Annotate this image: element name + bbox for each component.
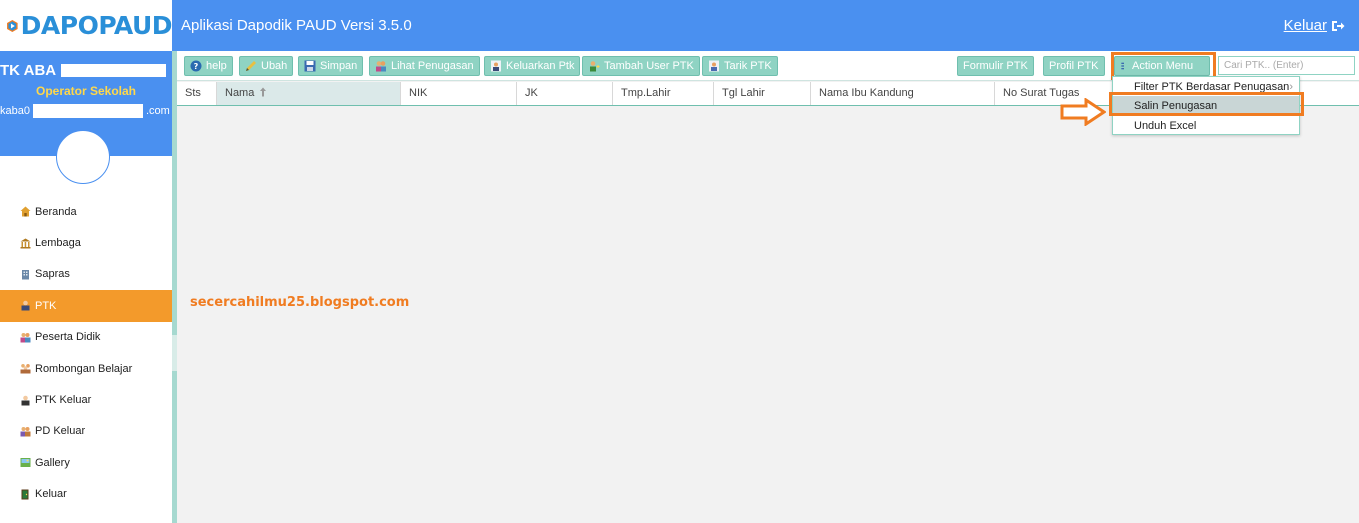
email-suffix: .com [146,105,170,117]
floppy-disk-icon [304,60,316,72]
column-nama-ibu-kandung[interactable]: Nama Ibu Kandung [811,82,995,105]
column-nama[interactable]: Nama [217,82,401,105]
sidebar-item-lembaga[interactable]: Lembaga [0,227,172,258]
top-header: Aplikasi Dapodik PAUD Versi 3.5.0 Keluar [172,0,1359,51]
sidebar-item-label: PD Keluar [35,425,86,438]
logout-link[interactable]: Keluar [1284,17,1345,34]
class-group-icon [20,364,31,374]
help-button-label: help [206,60,227,72]
avatar[interactable] [56,130,110,184]
exit-icon [21,489,29,500]
home-icon [20,206,31,217]
sidebar-item-gallery[interactable]: Gallery [0,447,172,478]
school-name: TK ABA [0,62,57,79]
column-tgl-lahir[interactable]: Tgl Lahir [714,82,811,105]
app-title: Aplikasi Dapodik PAUD Versi 3.5.0 [181,17,412,34]
remove-ptk-button[interactable]: Keluarkan Ptk [484,56,581,76]
save-button-label: Simpan [320,60,358,72]
teacher-icon [21,301,30,311]
logout-label: Keluar [1283,17,1327,34]
students-out-icon [20,426,31,437]
sidebar-item-label: Rombongan Belajar [35,362,133,375]
gallery-icon [20,458,31,468]
ptk-search-input[interactable] [1218,56,1355,75]
pull-ptk-label: Tarik PTK [724,60,772,72]
add-user-ptk-label: Tambah User PTK [604,60,694,72]
sidebar: TK ABA Operator Sekolah kaba0 .com Beran… [0,51,172,523]
view-assignment-button[interactable]: Lihat Penugasan [369,56,480,76]
dapodik-logo-icon [7,19,18,32]
teacher-out-icon [21,395,30,406]
students-icon [20,332,31,343]
logo-text: DAPOPAUD [20,11,173,40]
help-icon: ? [190,60,202,72]
app-logo[interactable]: DAPOPAUD [0,0,173,51]
sidebar-item-label: Lembaga [35,237,81,250]
column-sts[interactable]: Sts [177,82,217,105]
sidebar-item-sapras[interactable]: Sapras [0,259,172,290]
help-button[interactable]: ? help [184,56,233,76]
people-icon [376,61,386,72]
redacted-school-name [61,64,166,77]
column-tmp-lahir[interactable]: Tmp.Lahir [613,82,714,105]
edit-button[interactable]: Ubah [239,56,294,76]
pull-ptk-button[interactable]: Tarik PTK [702,56,778,76]
menu-item-download-excel[interactable]: Unduh Excel [1113,116,1299,136]
ptk-grid-body[interactable] [177,106,1359,523]
sidebar-item-label: PTK [35,299,57,312]
ptk-profile-label: Profil PTK [1049,60,1099,72]
watermark-text: secercahilmu25.blogspot.com [190,295,410,310]
column-nik[interactable]: NIK [401,82,517,105]
copy-assignment-highlight [1109,92,1304,116]
sidebar-item-label: Peserta Didik [35,331,101,344]
sidebar-item-label: PTK Keluar [35,394,92,407]
user-remove-icon [491,60,501,72]
sidebar-item-label: Keluar [35,488,67,501]
pointer-arrow-icon [1060,98,1106,126]
user-role: Operator Sekolah [35,84,137,98]
institution-icon [20,238,31,249]
ptk-form-label: Formulir PTK [963,60,1028,72]
sidebar-item-ptk-keluar[interactable]: PTK Keluar [0,384,172,415]
sort-ascending-icon [260,87,267,97]
user-pull-icon [709,60,719,72]
save-button[interactable]: Simpan [298,56,364,76]
sidebar-item-label: Gallery [35,456,70,469]
remove-ptk-label: Keluarkan Ptk [506,60,575,72]
sidebar-item-beranda[interactable]: Beranda [0,196,172,227]
edit-button-label: Ubah [261,60,288,72]
facilities-icon [22,269,29,280]
ptk-form-button[interactable]: Formulir PTK [957,56,1034,76]
sidebar-item-peserta-didik[interactable]: Peserta Didik [0,322,172,353]
add-user-ptk-button[interactable]: Tambah User PTK [582,56,700,76]
sidebar-nav: Beranda Lembaga Sapras PTK Peserta Didik… [0,196,172,510]
sidebar-item-ptk[interactable]: PTK [0,290,172,322]
ptk-profile-button[interactable]: Profil PTK [1043,56,1105,76]
pencil-icon [246,61,256,71]
sidebar-item-label: Beranda [35,205,77,218]
view-assignment-label: Lihat Penugasan [391,60,474,72]
sidebar-item-keluar[interactable]: Keluar [0,479,172,510]
svg-text:?: ? [194,62,199,71]
email-prefix: kaba0 [0,105,30,117]
sidebar-item-pd-keluar[interactable]: PD Keluar [0,416,172,447]
column-jk[interactable]: JK [517,82,613,105]
sidebar-item-rombongan-belajar[interactable]: Rombongan Belajar [0,353,172,384]
redacted-email [33,104,143,118]
add-user-icon [590,61,600,72]
sign-out-icon [1332,20,1345,31]
sidebar-item-label: Sapras [35,268,70,281]
